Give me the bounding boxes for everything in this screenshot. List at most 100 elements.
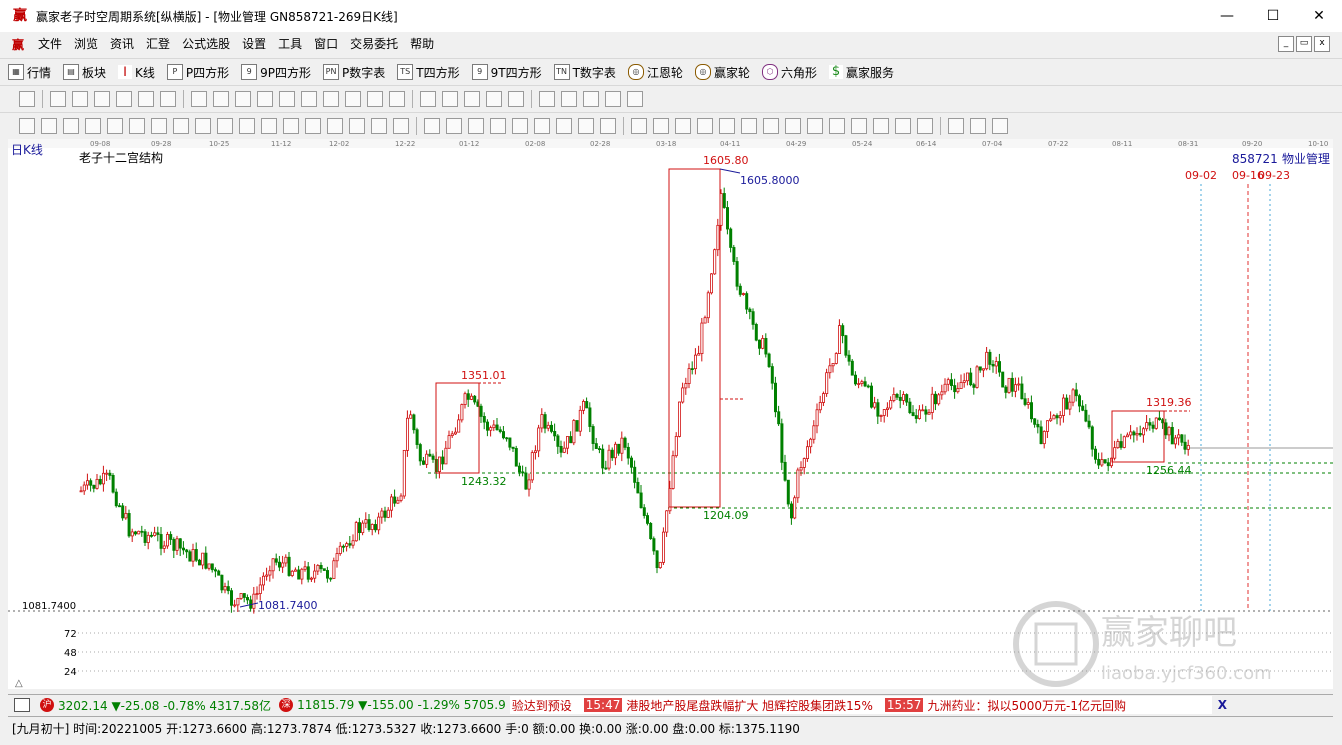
circle-icon[interactable] <box>173 117 189 134</box>
grid-icon[interactable] <box>508 90 524 107</box>
draw-icon[interactable] <box>160 90 176 107</box>
ratio-icon[interactable] <box>873 117 889 134</box>
view-icon[interactable] <box>50 90 66 107</box>
fork-icon[interactable] <box>129 117 145 134</box>
left-icon[interactable] <box>235 90 251 107</box>
minimize-button[interactable]: — <box>1204 0 1250 32</box>
wave-icon[interactable] <box>534 117 550 134</box>
right-icon[interactable] <box>257 90 273 107</box>
fibo-icon[interactable] <box>468 117 484 134</box>
chart-svg[interactable]: 09-08 09-28 10-25 11-12 12-02 12-22 01-1… <box>8 139 1333 689</box>
fork-icon[interactable] <box>41 117 57 134</box>
ratio-icon[interactable] <box>917 117 933 134</box>
grid-icon[interactable] <box>948 117 964 134</box>
lines-icon[interactable] <box>349 117 365 134</box>
target-icon[interactable] <box>261 117 277 134</box>
toolbar-9t-square-button[interactable]: 9 9T四方形 <box>471 64 542 81</box>
ticker-settings-icon[interactable]: X <box>1218 698 1227 712</box>
toolbar-p-number-button[interactable]: PN P数字表 <box>323 64 385 81</box>
grid-icon[interactable] <box>217 117 233 134</box>
fork-icon[interactable] <box>85 117 101 134</box>
layout-icon[interactable] <box>19 90 35 107</box>
diamond-icon[interactable] <box>345 90 361 107</box>
toolbar-t-square-button[interactable]: TS T四方形 <box>397 64 460 81</box>
diamond-icon[interactable] <box>279 90 295 107</box>
mdi-close-button[interactable]: x <box>1314 36 1330 52</box>
fork-icon[interactable] <box>63 117 79 134</box>
maximize-button[interactable]: ☐ <box>1250 0 1296 32</box>
stamp-icon[interactable] <box>486 90 502 107</box>
net-icon[interactable] <box>305 117 321 134</box>
toolbar-p-square-button[interactable]: P P四方形 <box>166 64 229 81</box>
calc-icon[interactable] <box>561 90 577 107</box>
coin-icon[interactable] <box>719 117 735 134</box>
lines-icon[interactable] <box>327 117 343 134</box>
diamond-icon[interactable] <box>323 90 339 107</box>
toolbar-kline-button[interactable]: ┃ K线 <box>118 64 155 81</box>
crosshair-icon[interactable] <box>442 90 458 107</box>
news-ticker[interactable]: 验达到预设 15:47 港股地产股尾盘跌幅扩大 旭辉控股集团跌15% 15:57… <box>509 696 1212 714</box>
hand-icon[interactable] <box>420 90 436 107</box>
grid-icon[interactable] <box>556 117 572 134</box>
ratio-icon[interactable] <box>697 117 713 134</box>
fibo-icon[interactable] <box>446 117 462 134</box>
toolbar-9p-square-button[interactable]: 9 9P四方形 <box>241 64 311 81</box>
menu-settings[interactable]: 设置 <box>236 32 272 56</box>
calendar-icon[interactable] <box>539 90 555 107</box>
mdi-restore-button[interactable]: ▭ <box>1296 36 1312 52</box>
ratio-icon[interactable] <box>763 117 779 134</box>
toolbar-t-number-button[interactable]: TN T数字表 <box>553 64 616 81</box>
menu-file[interactable]: 文件 <box>32 32 68 56</box>
diamond-icon[interactable] <box>389 90 405 107</box>
news-text[interactable]: 九洲药业：拟以5000万元-1亿元回购 <box>927 697 1126 714</box>
toolbar-sectors-button[interactable]: ▤ 板块 <box>63 64 106 81</box>
percent-icon[interactable] <box>675 117 691 134</box>
close-button[interactable]: ✕ <box>1296 0 1342 32</box>
grid-icon[interactable] <box>578 117 594 134</box>
first-icon[interactable] <box>191 90 207 107</box>
menu-window[interactable]: 窗口 <box>308 32 344 56</box>
fan-icon[interactable] <box>239 117 255 134</box>
indicator-icon[interactable] <box>138 90 154 107</box>
toolbar-winner-wheel-button[interactable]: ◎ 赢家轮 <box>694 64 750 81</box>
toolbar-hexagon-button[interactable]: ⬡ 六角形 <box>761 64 817 81</box>
print-icon[interactable] <box>605 90 621 107</box>
last-icon[interactable] <box>213 90 229 107</box>
taiji-icon[interactable] <box>970 117 986 134</box>
toolbar-quotes-button[interactable]: ▦ 行情 <box>8 64 51 81</box>
menu-info[interactable]: 资讯 <box>104 32 140 56</box>
diamond-icon[interactable] <box>367 90 383 107</box>
calendar-icon[interactable] <box>14 698 30 712</box>
mdi-minimize-button[interactable]: _ <box>1278 36 1294 52</box>
ratio-icon[interactable] <box>785 117 801 134</box>
lines-icon[interactable] <box>600 117 616 134</box>
menu-help[interactable]: 帮助 <box>404 32 440 56</box>
pen-icon[interactable] <box>19 117 35 134</box>
info-icon[interactable] <box>72 90 88 107</box>
percent-icon[interactable] <box>653 117 669 134</box>
fork-icon[interactable] <box>107 117 123 134</box>
collapse-toggle-icon[interactable]: △ <box>15 678 23 689</box>
menu-huideng[interactable]: 汇登 <box>140 32 176 56</box>
net-icon[interactable] <box>283 117 299 134</box>
sound-icon[interactable] <box>741 117 757 134</box>
menu-trade[interactable]: 交易委托 <box>344 32 404 56</box>
fork-icon[interactable] <box>151 117 167 134</box>
fan-icon[interactable] <box>512 117 528 134</box>
fibo-icon[interactable] <box>490 117 506 134</box>
lines-icon[interactable] <box>371 117 387 134</box>
news-text[interactable]: 港股地产股尾盘跌幅扩大 旭辉控股集团跌15% <box>626 697 873 714</box>
toolbar-service-button[interactable]: $ 赢家服务 <box>828 64 894 81</box>
lines-icon[interactable] <box>393 117 409 134</box>
kline-chart[interactable]: 09-08 09-28 10-25 11-12 12-02 12-22 01-1… <box>8 139 1333 689</box>
toolbar-gann-wheel-button[interactable]: ◎ 江恩轮 <box>627 64 683 81</box>
menu-tools[interactable]: 工具 <box>272 32 308 56</box>
infinity-icon[interactable] <box>992 117 1008 134</box>
grid-icon[interactable] <box>195 117 211 134</box>
ratio-icon[interactable] <box>851 117 867 134</box>
bars-icon[interactable] <box>94 90 110 107</box>
candle-icon[interactable] <box>116 90 132 107</box>
menu-formula[interactable]: 公式选股 <box>176 32 236 56</box>
line-icon[interactable] <box>464 90 480 107</box>
ratio-icon[interactable] <box>895 117 911 134</box>
